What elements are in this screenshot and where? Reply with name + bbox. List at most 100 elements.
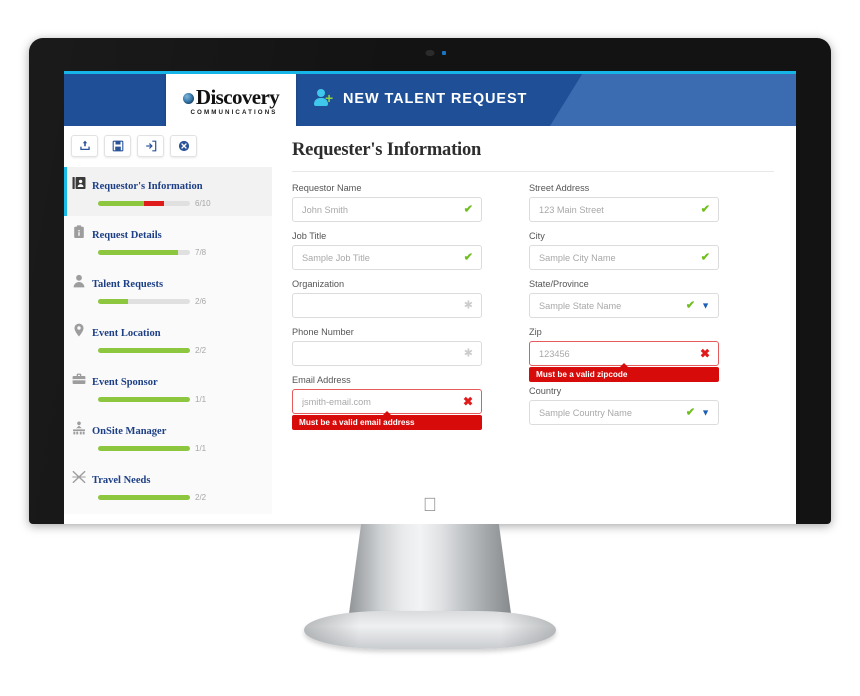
screen-viewport: Discovery COMMUNICATIONS + NEW TALENT RE… — [64, 71, 796, 524]
adornments-zip: ✖ — [699, 346, 710, 360]
sidebar-item-label: Requestor's Information — [92, 181, 203, 192]
sidebar-item-count: 6/10 — [195, 199, 211, 208]
logo-subtext: COMMUNICATIONS — [190, 109, 278, 116]
add-user-icon: + — [314, 89, 334, 108]
airplane-icon — [72, 470, 86, 484]
sidebar-item-talent-requests[interactable]: Talent Requests 2/6 — [64, 265, 272, 314]
label-street-address: Street Address — [529, 183, 590, 193]
sidebar-item-label: Travel Needs — [92, 475, 151, 486]
header-accent-strip — [64, 71, 796, 74]
label-zip: Zip — [529, 327, 542, 337]
sidebar-toolbar — [64, 135, 272, 167]
error-message-zip: Must be a valid zipcode — [529, 367, 719, 382]
input-requestor-name[interactable]: John Smith ✔ — [292, 197, 482, 222]
field-requestor-name: Requestor Name John Smith ✔ — [292, 183, 482, 222]
clipboard-icon — [72, 225, 86, 239]
input-street-address[interactable]: 123 Main Street ✔ — [529, 197, 719, 222]
floppy-disk-icon — [112, 140, 123, 152]
adornments-country: ✔ ▼ — [686, 407, 710, 418]
person-icon — [72, 274, 86, 288]
optional-asterisk-icon: ✱ — [463, 299, 473, 311]
adornments-state-province: ✔ ▼ — [686, 300, 710, 311]
sidebar-item-count: 1/1 — [195, 395, 207, 404]
progress-track — [98, 299, 190, 304]
valid-check-icon: ✔ — [700, 203, 710, 215]
monitor-stand-base-shading — [304, 611, 556, 649]
logo-row: Discovery — [182, 86, 280, 108]
label-email-address: Email Address — [292, 375, 351, 385]
sidebar-item-progress: 6/10 — [92, 199, 262, 208]
webcam-led-indicator — [442, 51, 446, 55]
monitor-frame: Discovery COMMUNICATIONS + NEW TALENT RE… — [29, 38, 831, 524]
sidebar-item-event-location[interactable]: Event Location 2/2 — [64, 314, 272, 363]
label-city: City — [529, 231, 545, 241]
save-button[interactable] — [104, 135, 131, 157]
upload-button[interactable] — [71, 135, 98, 157]
field-email-address: Email Address jsmith-email.com ✖ Must be a … — [292, 375, 482, 430]
apple-logo:  — [422, 496, 439, 516]
adornments-phone-number: ✱ — [464, 348, 473, 359]
title-divider — [292, 171, 774, 172]
value-state-province: Sample State Name — [539, 300, 622, 311]
close-button[interactable] — [170, 135, 197, 157]
sidebar-item-progress: 1/1 — [92, 395, 262, 404]
exit-button[interactable] — [137, 135, 164, 157]
sidebar-item-progress: 2/2 — [92, 346, 262, 355]
sidebar-item-count: 2/2 — [195, 493, 207, 502]
field-job-title: Job Title Sample Job Title ✔ — [292, 231, 482, 270]
app-header: Discovery COMMUNICATIONS + NEW TALENT RE… — [64, 71, 796, 126]
label-phone-number: Phone Number — [292, 327, 354, 337]
sidebar-nav-list: Requestor's Information 6/10 Request Detai… — [64, 167, 272, 514]
discovery-logo[interactable]: Discovery COMMUNICATIONS — [166, 71, 296, 126]
sidebar-item-progress: 7/8 — [92, 248, 262, 257]
input-job-title[interactable]: Sample Job Title ✔ — [292, 245, 482, 270]
label-organization: Organization — [292, 279, 345, 289]
valid-check-icon: ✔ — [685, 406, 696, 418]
close-circle-icon — [178, 140, 189, 152]
sidebar-item-count: 1/1 — [195, 444, 207, 453]
invalid-cross-icon: ✖ — [699, 346, 710, 360]
valid-check-icon: ✔ — [463, 251, 473, 263]
valid-check-icon: ✔ — [700, 251, 710, 263]
adornments-street-address: ✔ — [701, 204, 710, 215]
sidebar-item-request-details[interactable]: Request Details 7/8 — [64, 216, 272, 265]
field-city: City Sample City Name ✔ — [529, 231, 719, 270]
field-organization: Organization ✱ — [292, 279, 482, 318]
sidebar: Requestor's Information 6/10 Request Detai… — [64, 126, 272, 524]
input-organization[interactable]: ✱ — [292, 293, 482, 318]
value-job-title: Sample Job Title — [302, 252, 370, 263]
input-country[interactable]: Sample Country Name ✔ ▼ — [529, 400, 719, 425]
form-grid: Requestor Name John Smith ✔ Job Title Sample… — [292, 183, 774, 434]
valid-check-icon: ✔ — [685, 299, 696, 311]
value-city: Sample City Name — [539, 252, 616, 263]
webcam-icon — [425, 50, 435, 56]
field-state-province: State/Province Sample State Name ✔ ▼ — [529, 279, 719, 318]
sidebar-item-travel-needs[interactable]: Travel Needs 2/2 — [64, 461, 272, 510]
contact-card-icon — [72, 176, 86, 190]
value-country: Sample Country Name — [539, 407, 632, 418]
globe-icon — [182, 92, 194, 104]
input-phone-number[interactable]: ✱ — [292, 341, 482, 366]
input-city[interactable]: Sample City Name ✔ — [529, 245, 719, 270]
sidebar-item-event-sponsor[interactable]: Event Sponsor 1/1 — [64, 363, 272, 412]
field-street-address: Street Address 123 Main Street ✔ — [529, 183, 719, 222]
chevron-down-icon[interactable]: ▼ — [701, 407, 710, 418]
adornments-email-address: ✖ — [462, 394, 473, 408]
invalid-cross-icon: ✖ — [462, 394, 473, 408]
sidebar-item-progress: 1/1 — [92, 444, 262, 453]
sidebar-item-progress: 2/2 — [92, 493, 262, 502]
value-email-address: jsmith-email.com — [302, 396, 371, 407]
sidebar-item-count: 2/6 — [195, 297, 207, 306]
error-message-email-address: Must be a valid email address — [292, 415, 482, 430]
field-zip: Zip 123456 ✖ Must be a valid zipcode — [529, 327, 719, 382]
page-title: Requester's Information — [292, 140, 482, 160]
chevron-down-icon[interactable]: ▼ — [701, 300, 710, 311]
sidebar-item-onsite-manager[interactable]: OnSite Manager 1/1 — [64, 412, 272, 461]
monitor-stand-neck — [348, 524, 512, 621]
progress-track — [98, 495, 190, 500]
input-state-province[interactable]: Sample State Name ✔ ▼ — [529, 293, 719, 318]
field-country: Country Sample Country Name ✔ ▼ — [529, 386, 719, 425]
exit-door-icon — [145, 140, 156, 152]
sidebar-item-requestor-s-information[interactable]: Requestor's Information 6/10 — [64, 167, 272, 216]
manager-podium-icon — [72, 421, 86, 435]
